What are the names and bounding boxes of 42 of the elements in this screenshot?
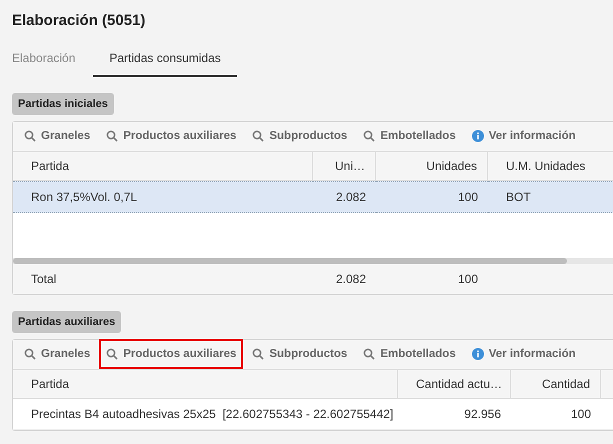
search-icon — [106, 130, 118, 142]
toolbar-button[interactable]: Subproductos — [245, 339, 354, 369]
toolbar-button[interactable]: Productos auxiliares — [99, 339, 244, 369]
total-cell-text: 100 — [456, 270, 479, 288]
info-icon — [472, 130, 484, 142]
toolbar-button[interactable]: Ver información — [464, 121, 583, 151]
search-icon — [24, 348, 36, 360]
column-header: Partida — [13, 370, 398, 398]
search-icon — [363, 348, 376, 360]
column-header: Uni… — [313, 152, 376, 180]
table-cell: Precintas B4 autoadhesivas 25x25 [22.602755343 - 22.602755442] — [13, 398, 398, 430]
column-header: U.M. Unidades — [488, 152, 613, 180]
section-heading: Partidas auxiliares — [12, 310, 122, 332]
toolbar-button[interactable]: Ver información — [464, 339, 583, 369]
search-icon — [252, 348, 264, 360]
column-header: Unidades — [376, 152, 488, 180]
total-cell-text: 2.082 — [334, 270, 367, 288]
tab[interactable]: Partidas consumidas — [93, 46, 237, 76]
search-icon — [252, 130, 264, 142]
section-heading: Partidas iniciales — [12, 92, 114, 114]
info-icon — [472, 348, 484, 360]
toolbar-button[interactable]: Embotellados — [356, 339, 463, 369]
search-icon — [106, 348, 118, 360]
table-cell: 2.082 — [313, 180, 376, 212]
column-header: Partida — [13, 152, 313, 180]
column-header: Cantidad — [511, 370, 601, 398]
total-cell-text: Total — [30, 270, 58, 288]
toolbar-button[interactable]: Productos auxiliares — [99, 121, 244, 151]
toolbar-button[interactable]: Graneles — [17, 121, 98, 151]
table-cell: BOT — [488, 180, 613, 212]
toolbar-button[interactable]: Embotellados — [356, 121, 463, 151]
table-cell: Ron 37,5%Vol. 0,7L — [13, 180, 313, 212]
search-icon — [24, 130, 36, 142]
toolbar-button[interactable]: Subproductos — [245, 121, 354, 151]
column-header: Cantidad actu… — [398, 370, 511, 398]
page-title: Elaboración (5051) — [12, 11, 146, 31]
toolbar-button[interactable]: Graneles — [17, 339, 98, 369]
search-icon — [363, 130, 376, 142]
tab[interactable]: Elaboración — [12, 46, 76, 76]
table-cell: 92.956 — [398, 398, 511, 430]
table-cell: 100 — [376, 180, 488, 212]
table-cell: 100 — [511, 398, 601, 430]
